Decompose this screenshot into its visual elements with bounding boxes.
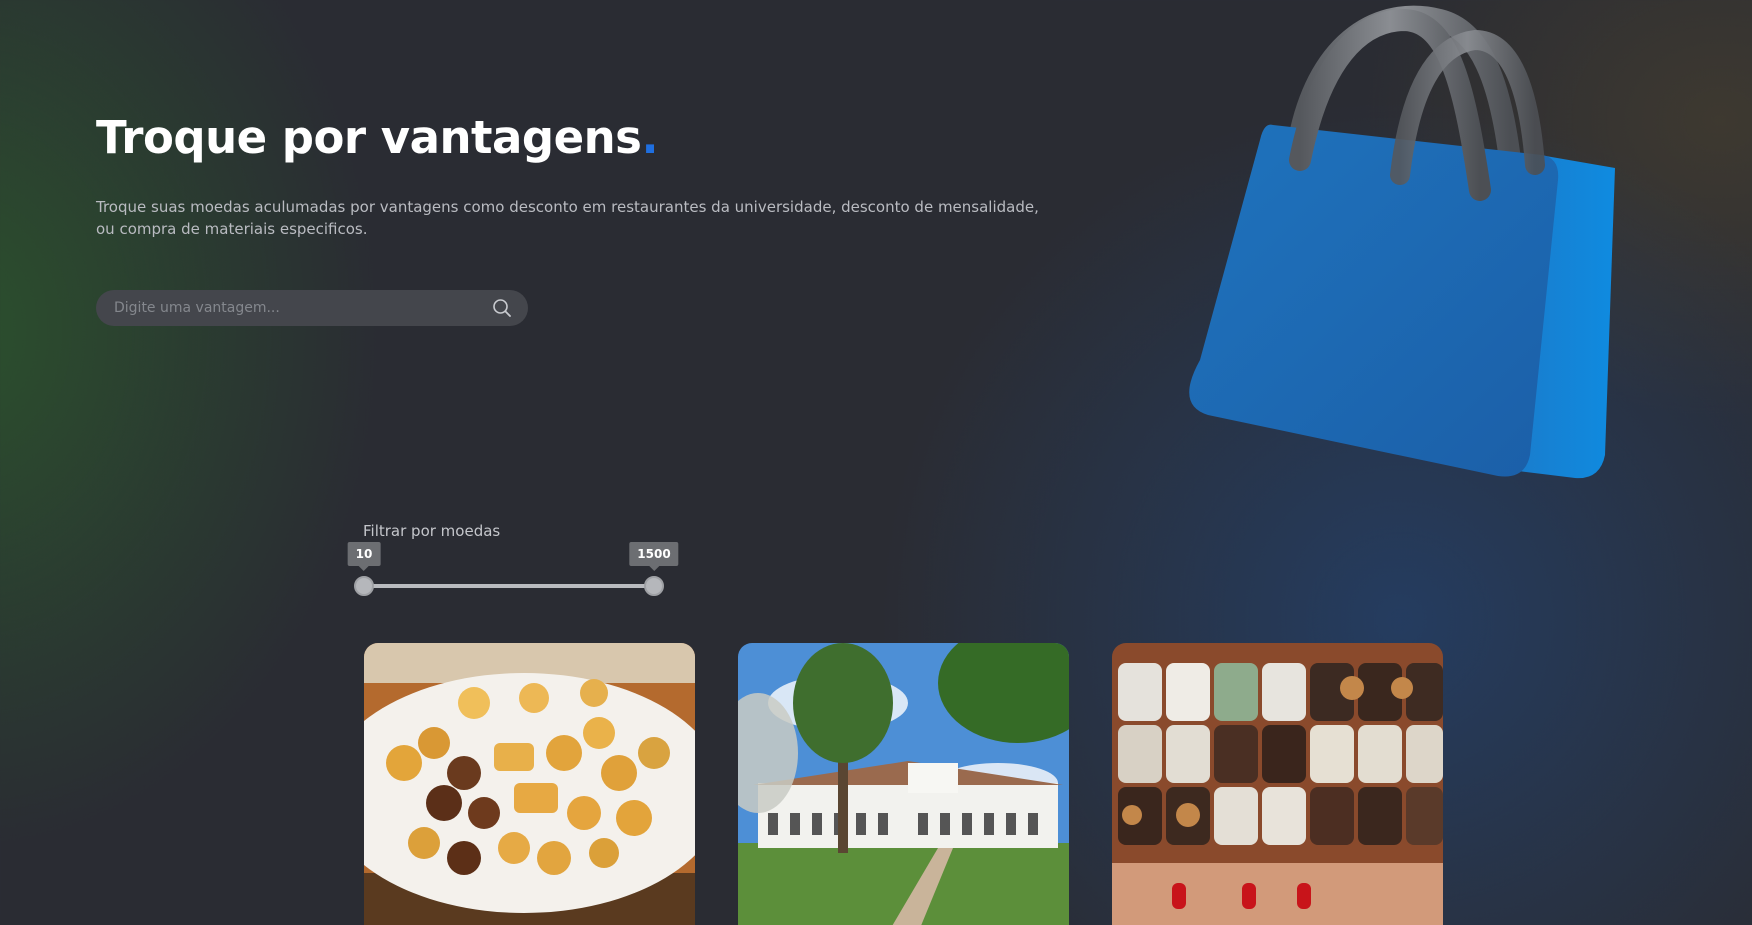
page-description: Troque suas moedas aculumadas por vantag… — [96, 198, 1039, 238]
page-title-text: Troque por vantagens — [96, 111, 642, 164]
slider-track-selected — [364, 584, 654, 588]
snacks-image — [364, 643, 695, 925]
advantages-grid — [364, 643, 1444, 925]
advantage-card-snacks[interactable] — [364, 643, 695, 925]
shopping-bag-illustration — [1189, 5, 1615, 479]
search-input[interactable] — [114, 300, 492, 316]
search-bar — [96, 290, 528, 326]
search-icon[interactable] — [492, 298, 512, 318]
min-slider-handle[interactable] — [354, 576, 374, 596]
page-title-dot: . — [641, 111, 659, 164]
filter-label: Filtrar por moedas — [363, 522, 501, 540]
min-value-tooltip: 10 — [347, 542, 381, 571]
campus-image — [738, 643, 1069, 925]
max-value-tooltip: 1500 — [629, 542, 679, 571]
advantage-card-campus[interactable] — [738, 643, 1069, 925]
coin-range-slider[interactable]: 10 1500 — [347, 540, 679, 600]
advantage-card-chocolates[interactable] — [1112, 643, 1443, 925]
max-slider-handle[interactable] — [644, 576, 664, 596]
page-title: Troque por vantagens. — [96, 108, 659, 168]
chocolates-image — [1112, 643, 1443, 925]
